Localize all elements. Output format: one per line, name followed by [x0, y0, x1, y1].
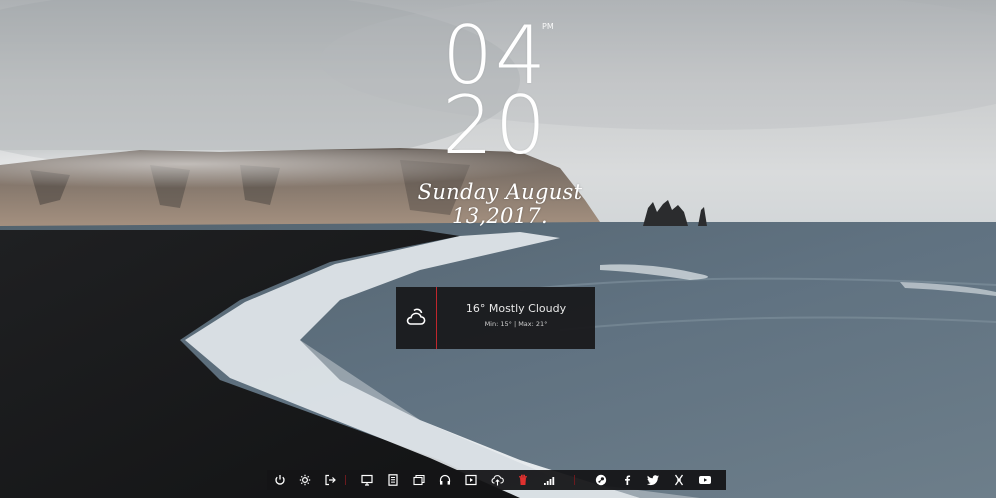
- trash-icon: [519, 474, 527, 485]
- clock-date: Sunday August 13,2017.: [417, 180, 583, 228]
- power-icon: [275, 475, 285, 485]
- power-button[interactable]: [268, 470, 292, 490]
- facebook-icon: [625, 475, 631, 485]
- monitor-icon: [361, 474, 373, 486]
- document-icon: [388, 474, 398, 486]
- cloud-sun-icon: [406, 308, 426, 325]
- this-pc-button[interactable]: [355, 470, 379, 490]
- youtube-icon: [699, 476, 711, 484]
- media-player-icon: [465, 474, 477, 486]
- taskbar-separator: [574, 475, 575, 485]
- youtube-button[interactable]: [693, 470, 717, 490]
- clock-ampm: PM: [542, 22, 554, 31]
- logout-button[interactable]: [318, 470, 342, 490]
- folders-button[interactable]: [407, 470, 431, 490]
- cloud-upload-button[interactable]: [485, 470, 509, 490]
- weather-icon-box: [396, 287, 436, 349]
- weather-minmax: Min: 15° | Max: 21°: [484, 320, 548, 328]
- network-button[interactable]: [537, 470, 561, 490]
- documents-button[interactable]: [381, 470, 405, 490]
- weather-divider: [436, 287, 437, 349]
- recycle-bin-button[interactable]: [511, 470, 535, 490]
- taskbar-separator: [345, 475, 346, 485]
- logout-icon: [325, 474, 336, 486]
- settings-gear-icon: [299, 474, 311, 486]
- weather-summary: 16° Mostly Cloudy: [465, 302, 567, 315]
- headphones-icon: [439, 474, 451, 485]
- twitter-icon: [646, 475, 659, 486]
- twitter-button[interactable]: [641, 470, 665, 490]
- steam-button[interactable]: [589, 470, 613, 490]
- cloud-upload-icon: [491, 475, 504, 486]
- xda-button[interactable]: [667, 470, 691, 490]
- taskbar-dock: [267, 470, 726, 490]
- folders-icon: [413, 474, 425, 486]
- steam-icon: [595, 474, 607, 486]
- weather-widget[interactable]: 16° Mostly Cloudy Min: 15° | Max: 21°: [396, 287, 595, 349]
- music-button[interactable]: [433, 470, 457, 490]
- clock-minute: 20: [442, 79, 548, 172]
- signal-bars-icon: [543, 477, 554, 485]
- facebook-button[interactable]: [615, 470, 639, 490]
- xda-icon: [674, 474, 684, 486]
- desktop: 04 20 PM Sunday August 13,2017. 16° Most…: [0, 0, 996, 498]
- media-player-button[interactable]: [459, 470, 483, 490]
- settings-button[interactable]: [293, 470, 317, 490]
